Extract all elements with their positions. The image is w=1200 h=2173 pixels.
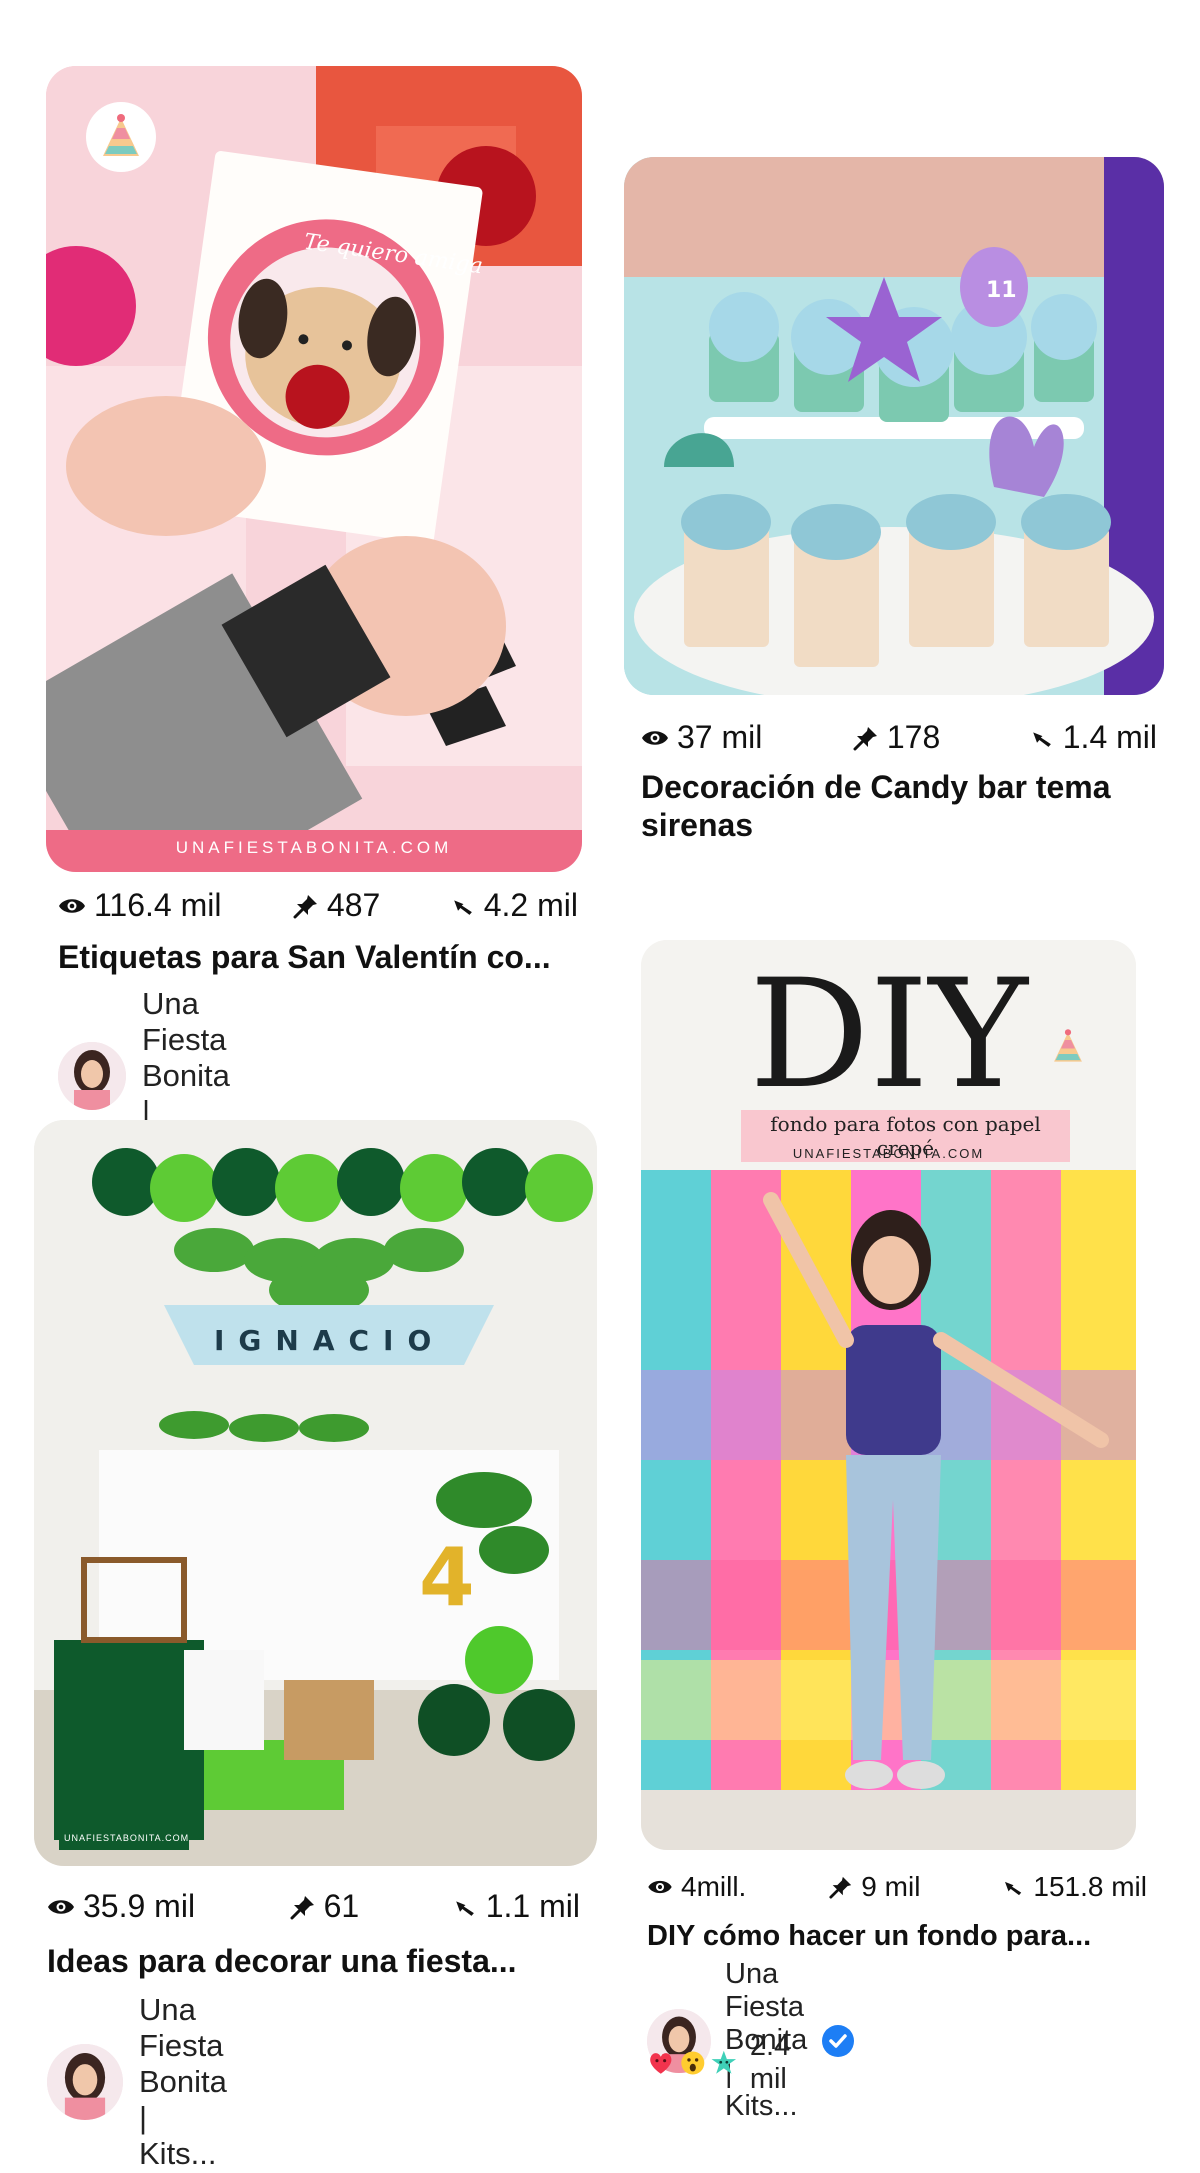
pin-stats: 4mill. 9 mil 151.8 mil xyxy=(647,1871,1147,1903)
views-stat: 116.4 mil xyxy=(58,887,221,924)
clicks-stat: 4.2 mil xyxy=(452,887,578,924)
party-banner: IGNACIO xyxy=(214,1324,445,1357)
views-count: 116.4 mil xyxy=(94,887,222,923)
watermark: UNAFIESTABONITA.COM xyxy=(64,1833,190,1843)
views-stat: 35.9 mil xyxy=(47,1888,195,1925)
views-stat: 4mill. xyxy=(647,1871,746,1903)
pins-stat: 487 xyxy=(293,887,380,924)
pin-icon xyxy=(293,894,317,918)
clicks-stat: 1.1 mil xyxy=(454,1888,580,1925)
pin-title[interactable]: Ideas para decorar una fiesta... xyxy=(47,1942,597,1980)
watermark: UNAFIESTABONITA.COM xyxy=(175,838,453,857)
clicks-count: 1.1 mil xyxy=(485,1888,580,1924)
author-avatar xyxy=(47,2044,123,2120)
author-avatar xyxy=(58,1042,126,1110)
pin-title-line2: sirenas xyxy=(641,807,754,843)
avatar-image xyxy=(47,2044,123,2120)
pins-stat: 61 xyxy=(290,1888,360,1925)
pin-icon xyxy=(290,1895,314,1919)
heart-face-icon xyxy=(650,2053,672,2074)
pin-stats: 37 mil 178 1.4 mil xyxy=(641,719,1157,756)
party-hat-icon xyxy=(1054,1029,1082,1062)
pin-title[interactable]: Decoración de Candy bar tema sirenas xyxy=(641,768,1161,844)
pin-image-valentine[interactable]: Te quiero amiga UNAFIESTABONITA.COM xyxy=(46,66,582,872)
diy-site: UNAFIESTABONITA.COM xyxy=(792,1146,985,1161)
svg-text:11: 11 xyxy=(986,278,1017,303)
valentine-photo-art: Te quiero amiga xyxy=(46,66,582,872)
click-icon xyxy=(453,899,472,915)
eye-icon xyxy=(642,730,668,745)
pin-title[interactable]: Etiquetas para San Valentín co... xyxy=(58,938,588,976)
pins-stat: 178 xyxy=(853,719,940,756)
surprised-face-icon xyxy=(680,2051,704,2075)
pin-image-mermaid[interactable]: 11 xyxy=(624,157,1164,695)
views-count: 4mill. xyxy=(681,1871,747,1902)
pin-title-line1: Decoración de Candy bar tema xyxy=(641,769,1111,805)
clicks-count: 4.2 mil xyxy=(483,887,578,923)
mermaid-photo-art: 11 xyxy=(624,157,1164,695)
verified-badge-icon xyxy=(822,2024,855,2057)
click-icon xyxy=(1005,1881,1022,1896)
jungle-photo-art: IGNACIO 4 xyxy=(34,1120,597,1866)
pins-stat: 9 mil xyxy=(829,1871,920,1903)
pin-image-diy[interactable]: DIY fondo para fotos con papel crepé UNA… xyxy=(641,940,1136,1850)
party-hat-logo xyxy=(1041,1020,1095,1074)
svg-text:4: 4 xyxy=(419,1531,475,1624)
clicks-count: 151.8 mil xyxy=(1033,1871,1147,1902)
clicks-count: 1.4 mil xyxy=(1062,719,1157,755)
star-face-icon xyxy=(711,2050,737,2074)
pin-author[interactable]: Una Fiesta Bonita | Kits... xyxy=(47,1992,227,2172)
pin-title[interactable]: DIY cómo hacer un fondo para... xyxy=(647,1917,1167,1955)
pins-count: 61 xyxy=(323,1888,360,1924)
eye-icon xyxy=(648,1880,672,1894)
pins-count: 9 mil xyxy=(861,1871,921,1902)
pin-stats: 35.9 mil 61 1.1 mil xyxy=(47,1888,580,1925)
click-icon xyxy=(1032,731,1051,747)
author-name[interactable]: Una Fiesta Bonita | Kits... xyxy=(139,1992,227,2172)
party-hat-logo xyxy=(86,102,156,172)
reactions-count: 2.4 mil xyxy=(749,2030,791,2095)
pins-count: 487 xyxy=(326,887,381,923)
pin-stats: 116.4 mil 487 4.2 mil xyxy=(58,887,578,924)
pin-icon xyxy=(853,726,877,750)
views-count: 37 mil xyxy=(677,719,763,755)
clicks-stat: 1.4 mil xyxy=(1031,719,1157,756)
click-icon xyxy=(455,1900,474,1916)
pin-icon xyxy=(829,1876,852,1899)
pins-count: 178 xyxy=(886,719,941,755)
eye-icon xyxy=(48,1899,74,1914)
clicks-stat: 151.8 mil xyxy=(1003,1871,1147,1903)
party-hat-icon xyxy=(103,114,139,156)
eye-icon xyxy=(59,898,85,913)
reactions[interactable]: 2.4 mil xyxy=(647,2030,815,2096)
views-count: 35.9 mil xyxy=(83,1888,196,1924)
avatar-image xyxy=(58,1042,126,1110)
views-stat: 37 mil xyxy=(641,719,762,756)
pin-image-jungle[interactable]: IGNACIO 4 UNAFIESTABONITA.COM xyxy=(34,1120,597,1866)
